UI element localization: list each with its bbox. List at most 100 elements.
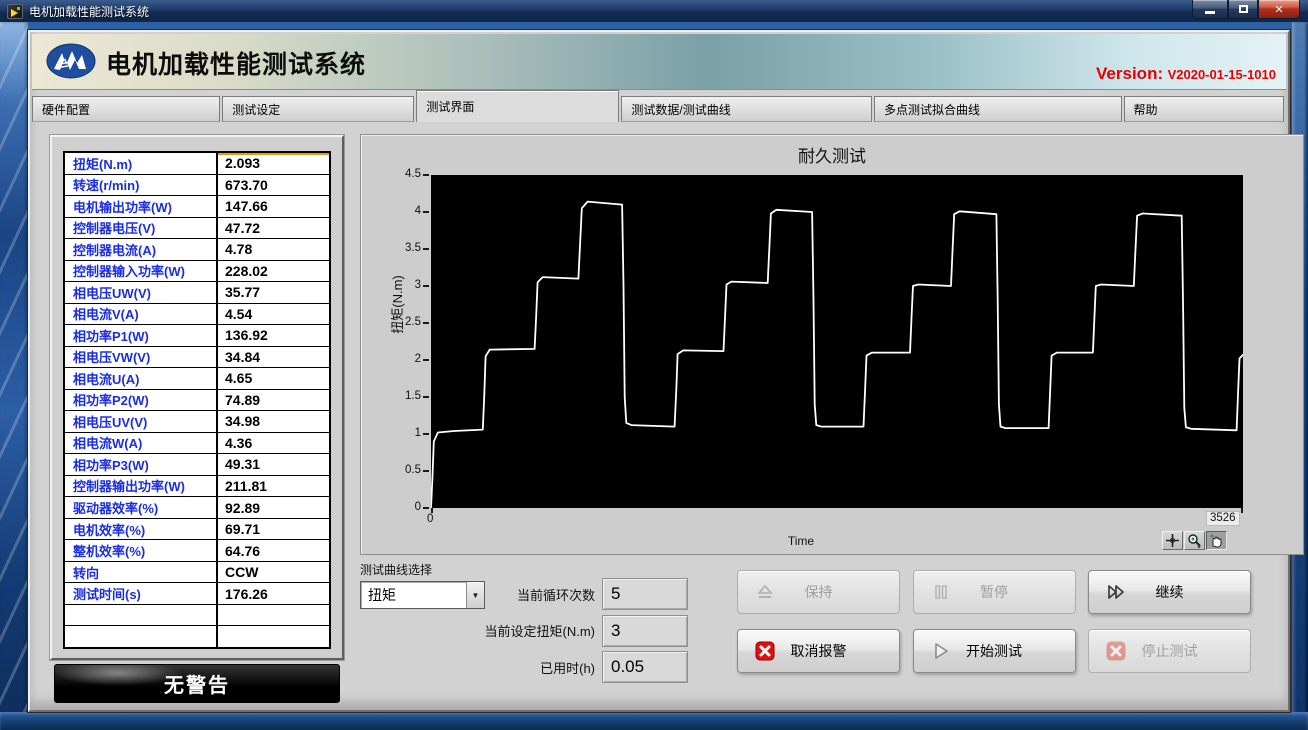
- field-value-3[interactable]: 0.05: [602, 651, 688, 683]
- button-label: 保持: [805, 582, 833, 602]
- cancel-alarm-icon: [754, 640, 776, 662]
- table-row: 电机输出功率(W)147.66: [65, 196, 329, 218]
- 开始测试-button[interactable]: 开始测试: [913, 629, 1076, 673]
- maximize-button[interactable]: [1228, 0, 1258, 19]
- row-label: [65, 605, 218, 626]
- row-value[interactable]: 34.84: [218, 347, 329, 368]
- row-label: 相功率P2(W): [65, 390, 218, 411]
- window-frame-bottom: [0, 712, 1308, 730]
- version-label: Version:: [1096, 64, 1163, 83]
- y-tick-label: 0: [381, 501, 421, 513]
- app-header: 电机加载性能测试系统 Version: V2020-01-15-1010: [32, 34, 1286, 90]
- row-value[interactable]: 92.89: [218, 497, 329, 518]
- row-value[interactable]: 4.36: [218, 433, 329, 454]
- zoom-tool-icon[interactable]: [1184, 531, 1205, 550]
- table-row: [65, 605, 329, 627]
- field-row: 当前设定扭矩(N.m)3: [430, 615, 688, 647]
- row-label: 控制器电流(A): [65, 239, 218, 260]
- app-icon: [7, 4, 23, 19]
- field-value-1[interactable]: 5: [602, 578, 688, 610]
- row-value[interactable]: 35.77: [218, 282, 329, 303]
- chart-panel: 耐久测试 扭矩(N.m) 00.511.522.533.544.5 0 3526…: [360, 134, 1304, 555]
- y-tick-label: 1: [381, 427, 421, 439]
- row-label: 控制器电压(V): [65, 218, 218, 239]
- chart-plot-area[interactable]: [431, 175, 1243, 508]
- 继续-button[interactable]: 继续: [1088, 570, 1251, 614]
- row-value[interactable]: CCW: [218, 562, 329, 583]
- pan-tool-icon[interactable]: [1206, 531, 1227, 550]
- minimize-button[interactable]: [1192, 0, 1228, 19]
- x-tick-label-start: 0: [427, 513, 433, 525]
- y-tick-mark: [423, 174, 429, 176]
- table-row: 控制器输出功率(W)211.81: [65, 476, 329, 498]
- y-tick-mark: [423, 285, 429, 287]
- y-tick-label: 2: [381, 353, 421, 365]
- tab-3[interactable]: 测试界面: [416, 90, 619, 122]
- row-value[interactable]: 136.92: [218, 325, 329, 346]
- button-label: 开始测试: [966, 641, 1022, 661]
- window-frame-left: [0, 22, 28, 730]
- tab-6[interactable]: 帮助: [1124, 96, 1284, 122]
- close-button[interactable]: ✕: [1258, 0, 1300, 19]
- row-value[interactable]: 211.81: [218, 476, 329, 497]
- row-label: 整机效率(%): [65, 540, 218, 561]
- x-tick-label-end[interactable]: 3526: [1207, 512, 1239, 525]
- tab-4[interactable]: 测试数据/测试曲线: [621, 96, 872, 122]
- crosshair-tool-icon[interactable]: [1162, 531, 1183, 550]
- field-label: 当前循环次数: [430, 585, 602, 604]
- button-label: 停止测试: [1142, 641, 1198, 661]
- hold-eject-icon: [754, 581, 776, 603]
- table-row: 驱动器效率(%)92.89: [65, 497, 329, 519]
- 停止测试-button: 停止测试: [1088, 629, 1251, 673]
- table-row: 电机效率(%)69.71: [65, 519, 329, 541]
- row-value[interactable]: 34.98: [218, 411, 329, 432]
- row-value[interactable]: 228.02: [218, 261, 329, 282]
- title-bar: 电机加载性能测试系统 ✕: [0, 0, 1308, 22]
- row-value[interactable]: 4.65: [218, 368, 329, 389]
- table-row: 相电流W(A)4.36: [65, 433, 329, 455]
- row-value[interactable]: 147.66: [218, 196, 329, 217]
- curve-select-label: 测试曲线选择: [360, 561, 432, 578]
- table-row: 控制器电流(A)4.78: [65, 239, 329, 261]
- row-value[interactable]: 4.54: [218, 304, 329, 325]
- row-label: 控制器输出功率(W): [65, 476, 218, 497]
- tab-1[interactable]: 硬件配置: [32, 96, 220, 122]
- y-tick-label: 2.5: [381, 316, 421, 328]
- field-value-2[interactable]: 3: [602, 615, 688, 647]
- row-value[interactable]: 64.76: [218, 540, 329, 561]
- row-value[interactable]: 4.78: [218, 239, 329, 260]
- table-row: 相电流U(A)4.65: [65, 368, 329, 390]
- y-tick-mark: [423, 359, 429, 361]
- row-value[interactable]: 49.31: [218, 454, 329, 475]
- y-tick-label: 1.5: [381, 390, 421, 402]
- row-label: 相电流V(A): [65, 304, 218, 325]
- y-tick-mark: [423, 507, 429, 509]
- row-value[interactable]: 47.72: [218, 218, 329, 239]
- row-label: 扭矩(N.m): [65, 153, 218, 174]
- window-controls: ✕: [1192, 0, 1300, 19]
- table-row: 控制器电压(V)47.72: [65, 218, 329, 240]
- y-tick-mark: [423, 322, 429, 324]
- y-tick-label: 4: [381, 205, 421, 217]
- row-value[interactable]: 69.71: [218, 519, 329, 540]
- row-value[interactable]: [218, 626, 329, 647]
- row-value[interactable]: 673.70: [218, 175, 329, 196]
- tab-5[interactable]: 多点测试拟合曲线: [874, 96, 1122, 122]
- field-label: 已用时(h): [430, 658, 602, 677]
- table-row: 相功率P1(W)136.92: [65, 325, 329, 347]
- row-value[interactable]: 74.89: [218, 390, 329, 411]
- row-label: 转向: [65, 562, 218, 583]
- parameter-table: 扭矩(N.m)2.093转速(r/min)673.70电机输出功率(W)147.…: [63, 151, 331, 649]
- tab-2[interactable]: 测试设定: [222, 96, 414, 122]
- y-tick-mark: [423, 248, 429, 250]
- y-tick-label: 4.5: [381, 168, 421, 180]
- row-value[interactable]: 2.093: [218, 153, 329, 174]
- y-tick-label: 0.5: [381, 464, 421, 476]
- y-tick-label: 3.5: [381, 242, 421, 254]
- play-icon: [930, 640, 952, 662]
- row-value[interactable]: [218, 605, 329, 626]
- table-row: 扭矩(N.m)2.093: [65, 153, 329, 175]
- 取消报警-button[interactable]: 取消报警: [737, 629, 900, 673]
- window-title: 电机加载性能测试系统: [29, 3, 149, 20]
- row-value[interactable]: 176.26: [218, 583, 329, 604]
